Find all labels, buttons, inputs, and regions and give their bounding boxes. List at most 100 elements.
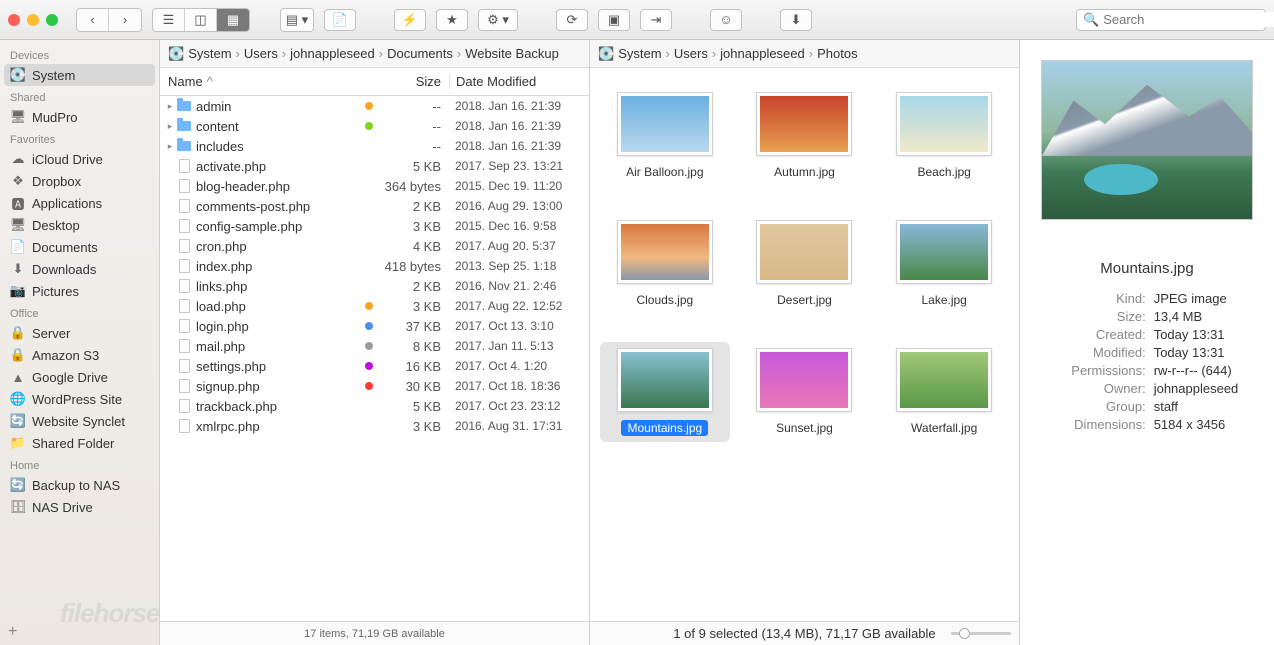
sidebar-item[interactable]: 🔄Backup to NAS xyxy=(0,474,159,496)
minimize-window-button[interactable] xyxy=(27,14,39,26)
terminal-button[interactable]: ▣ xyxy=(598,9,630,31)
thumbnail-item[interactable]: Air Balloon.jpg xyxy=(600,86,730,186)
list-view-button[interactable]: ☰ xyxy=(153,9,185,31)
sidebar-item[interactable]: 🔄Website Synclet xyxy=(0,410,159,432)
sidebar-item[interactable]: 🔒Server xyxy=(0,322,159,344)
sidebar-item[interactable]: 🔒Amazon S3 xyxy=(0,344,159,366)
folder-icon xyxy=(176,118,192,134)
sidebar-item[interactable]: ☁iCloud Drive xyxy=(0,148,159,170)
file-row[interactable]: ▸content--2018. Jan 16. 21:39 xyxy=(160,116,589,136)
add-location-button[interactable]: + xyxy=(8,623,17,641)
forward-button[interactable]: › xyxy=(109,9,141,31)
path-segment[interactable]: Website Backup xyxy=(465,46,559,61)
file-row[interactable]: cron.php4 KB2017. Aug 20. 5:37 xyxy=(160,236,589,256)
path-segment[interactable]: System xyxy=(188,46,231,61)
thumbnail-item[interactable]: Waterfall.jpg xyxy=(879,342,1009,442)
disclosure-icon[interactable]: ▸ xyxy=(164,121,176,132)
file-row[interactable]: settings.php16 KB2017. Oct 4. 1:20 xyxy=(160,356,589,376)
thumbnail-item[interactable]: Lake.jpg xyxy=(879,214,1009,314)
action-menu-button[interactable]: ⚙ ▾ xyxy=(478,9,518,31)
column-size[interactable]: Size xyxy=(379,74,449,89)
file-date: 2013. Sep 25. 1:18 xyxy=(449,259,589,273)
sync-button[interactable]: ⟳ xyxy=(556,9,588,31)
new-file-button[interactable]: 📄 xyxy=(324,9,356,31)
file-date: 2018. Jan 16. 21:39 xyxy=(449,99,589,113)
thumbnail-item[interactable]: Mountains.jpg xyxy=(600,342,730,442)
file-row[interactable]: signup.php30 KB2017. Oct 18. 18:36 xyxy=(160,376,589,396)
favorite-button[interactable]: ★ xyxy=(436,9,468,31)
thumbnail-item[interactable]: Desert.jpg xyxy=(740,214,870,314)
sidebar-item[interactable]: 🌐WordPress Site xyxy=(0,388,159,410)
meta-value: 5184 x 3456 xyxy=(1154,417,1239,432)
file-row[interactable]: login.php37 KB2017. Oct 13. 3:10 xyxy=(160,316,589,336)
thumbnail-item[interactable]: Clouds.jpg xyxy=(600,214,730,314)
compare-button[interactable]: ⇥ xyxy=(640,9,672,31)
disclosure-icon[interactable]: ▸ xyxy=(164,101,176,112)
sidebar-item[interactable]: 🖥Desktop xyxy=(0,214,159,236)
sidebar-item[interactable]: 📷 Pictures xyxy=(0,280,159,302)
path-segment[interactable]: Users xyxy=(674,46,708,61)
sidebar-item[interactable]: ❖Dropbox xyxy=(0,170,159,192)
icon-view-button[interactable]: ▦ xyxy=(217,9,249,31)
sidebar-item[interactable]: 📁Shared Folder xyxy=(0,432,159,454)
sidebar-item[interactable]: 💽System xyxy=(4,64,155,86)
column-date[interactable]: Date Modified xyxy=(449,74,589,89)
thumbnail-item[interactable]: Beach.jpg xyxy=(879,86,1009,186)
column-headers: Name ^ Size Date Modified xyxy=(160,68,589,96)
file-size: -- xyxy=(379,119,449,134)
arrange-button[interactable]: ▤ ▾ xyxy=(281,9,313,31)
file-size: 3 KB xyxy=(379,219,449,234)
zoom-window-button[interactable] xyxy=(46,14,58,26)
file-row[interactable]: xmlrpc.php3 KB2016. Aug 31. 17:31 xyxy=(160,416,589,436)
file-row[interactable]: load.php3 KB2017. Aug 22. 12:52 xyxy=(160,296,589,316)
sidebar-item[interactable]: 🖥MudPro xyxy=(0,106,159,128)
back-button[interactable]: ‹ xyxy=(77,9,109,31)
path-segment[interactable]: Users xyxy=(244,46,278,61)
emoji-button[interactable]: ☺ xyxy=(710,9,742,31)
search-input[interactable] xyxy=(1103,12,1274,27)
sidebar-item[interactable]: 🗄NAS Drive xyxy=(0,496,159,518)
sidebar-item[interactable]: 🅰Applications xyxy=(0,192,159,214)
path-segment[interactable]: johnappleseed xyxy=(720,46,805,61)
thumbnail-image xyxy=(756,92,852,156)
file-row[interactable]: comments-post.php2 KB2016. Aug 29. 13:00 xyxy=(160,196,589,216)
sidebar-item[interactable]: 📄Documents xyxy=(0,236,159,258)
zoom-slider[interactable] xyxy=(951,632,1011,635)
left-path-bar[interactable]: 💽System › Users › johnappleseed › Docume… xyxy=(160,40,589,68)
thumbnail-item[interactable]: Sunset.jpg xyxy=(740,342,870,442)
thumbnail-image xyxy=(896,348,992,412)
download-button[interactable]: ⬇ xyxy=(780,9,812,31)
path-segment[interactable]: System xyxy=(618,46,661,61)
file-row[interactable]: ▸admin--2018. Jan 16. 21:39 xyxy=(160,96,589,116)
lock-icon: 🔒 xyxy=(10,325,26,341)
sidebar-item-label: Shared Folder xyxy=(32,436,114,451)
column-name[interactable]: Name ^ xyxy=(160,74,379,89)
sidebar-item[interactable]: ▲Google Drive xyxy=(0,366,159,388)
meta-key: Modified: xyxy=(1056,345,1146,360)
file-row[interactable]: links.php2 KB2016. Nov 21. 2:46 xyxy=(160,276,589,296)
path-segment[interactable]: johnappleseed xyxy=(290,46,375,61)
column-view-button[interactable]: ◫ xyxy=(185,9,217,31)
file-row[interactable]: activate.php5 KB2017. Sep 23. 13:21 xyxy=(160,156,589,176)
meta-value: johnappleseed xyxy=(1154,381,1239,396)
mid-path-bar[interactable]: 💽System › Users › johnappleseed › Photos xyxy=(590,40,1019,68)
sidebar-item[interactable]: ⬇Downloads xyxy=(0,258,159,280)
file-row[interactable]: mail.php8 KB2017. Jan 11. 5:13 xyxy=(160,336,589,356)
sidebar-item-label: iCloud Drive xyxy=(32,152,103,167)
file-row[interactable]: index.php418 bytes2013. Sep 25. 1:18 xyxy=(160,256,589,276)
file-row[interactable]: config-sample.php3 KB2015. Dec 16. 9:58 xyxy=(160,216,589,236)
search-field[interactable]: 🔍 xyxy=(1076,9,1266,31)
file-row[interactable]: blog-header.php364 bytes2015. Dec 19. 11… xyxy=(160,176,589,196)
camera-icon: 📷 xyxy=(10,283,26,299)
disclosure-icon[interactable]: ▸ xyxy=(164,141,176,152)
thumbnail-item[interactable]: Autumn.jpg xyxy=(740,86,870,186)
close-window-button[interactable] xyxy=(8,14,20,26)
file-row[interactable]: trackback.php5 KB2017. Oct 23. 23:12 xyxy=(160,396,589,416)
sync-icon: 🔄 xyxy=(10,477,26,493)
file-row[interactable]: ▸includes--2018. Jan 16. 21:39 xyxy=(160,136,589,156)
sidebar-item-label: Pictures xyxy=(32,284,79,299)
path-segment[interactable]: Documents xyxy=(387,46,453,61)
quick-action-button[interactable]: ⚡ xyxy=(394,9,426,31)
path-segment[interactable]: Photos xyxy=(817,46,857,61)
meta-value: rw-r--r-- (644) xyxy=(1154,363,1239,378)
